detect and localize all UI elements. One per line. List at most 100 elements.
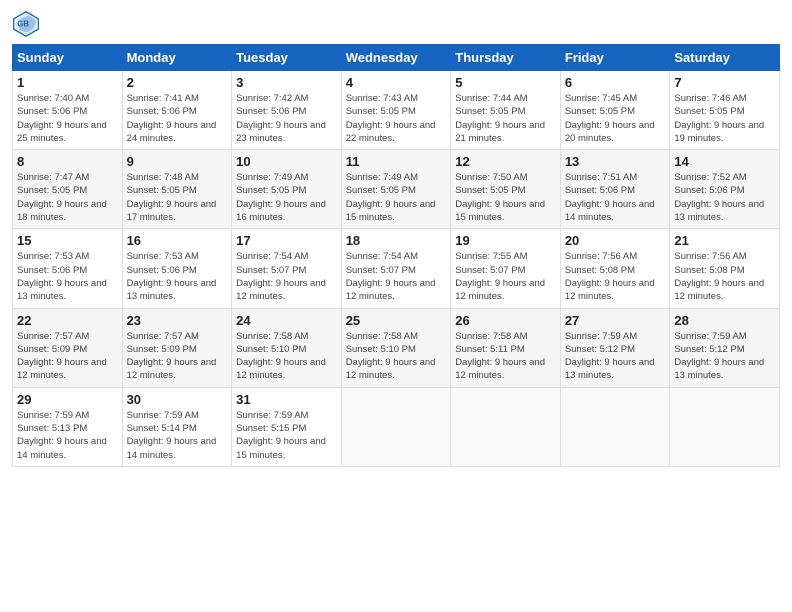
cell-info: Sunrise: 7:42 AMSunset: 5:06 PMDaylight:… bbox=[236, 93, 326, 144]
day-number: 7 bbox=[674, 75, 775, 90]
cell-info: Sunrise: 7:54 AMSunset: 5:07 PMDaylight:… bbox=[236, 251, 326, 302]
calendar-cell: 20Sunrise: 7:56 AMSunset: 5:08 PMDayligh… bbox=[560, 229, 670, 308]
calendar-cell bbox=[670, 387, 780, 466]
calendar-container: GB SundayMondayTuesdayWednesdayThursdayF… bbox=[0, 0, 792, 475]
day-number: 2 bbox=[127, 75, 228, 90]
cell-info: Sunrise: 7:58 AMSunset: 5:11 PMDaylight:… bbox=[455, 331, 545, 382]
day-number: 20 bbox=[565, 233, 666, 248]
week-row-1: 1 Sunrise: 7:40 AMSunset: 5:06 PMDaylight… bbox=[13, 71, 780, 150]
calendar-cell bbox=[341, 387, 451, 466]
calendar-cell: 31 Sunrise: 7:59 AMSunset: 5:15 PMDayligh… bbox=[232, 387, 342, 466]
weekday-header-sunday: Sunday bbox=[13, 45, 123, 71]
calendar-cell bbox=[451, 387, 561, 466]
logo-icon: GB bbox=[12, 10, 40, 38]
day-number: 27 bbox=[565, 313, 666, 328]
cell-info: Sunrise: 7:43 AMSunset: 5:05 PMDaylight:… bbox=[346, 93, 436, 144]
weekday-header-friday: Friday bbox=[560, 45, 670, 71]
day-number: 25 bbox=[346, 313, 447, 328]
cell-info: Sunrise: 7:44 AMSunset: 5:05 PMDaylight:… bbox=[455, 93, 545, 144]
weekday-header-row: SundayMondayTuesdayWednesdayThursdayFrid… bbox=[13, 45, 780, 71]
cell-info: Sunrise: 7:57 AMSunset: 5:09 PMDaylight:… bbox=[127, 331, 217, 382]
cell-info: Sunrise: 7:58 AMSunset: 5:10 PMDaylight:… bbox=[236, 331, 326, 382]
calendar-cell: 24 Sunrise: 7:58 AMSunset: 5:10 PMDayligh… bbox=[232, 308, 342, 387]
day-number: 5 bbox=[455, 75, 556, 90]
calendar-cell: 4 Sunrise: 7:43 AMSunset: 5:05 PMDaylight… bbox=[341, 71, 451, 150]
day-number: 3 bbox=[236, 75, 337, 90]
calendar-cell: 6 Sunrise: 7:45 AMSunset: 5:05 PMDaylight… bbox=[560, 71, 670, 150]
cell-info: Sunrise: 7:55 AMSunset: 5:07 PMDaylight:… bbox=[455, 251, 545, 302]
calendar-cell: 13Sunrise: 7:51 AMSunset: 5:06 PMDayligh… bbox=[560, 150, 670, 229]
weekday-header-wednesday: Wednesday bbox=[341, 45, 451, 71]
day-number: 23 bbox=[127, 313, 228, 328]
cell-info: Sunrise: 7:58 AMSunset: 5:10 PMDaylight:… bbox=[346, 331, 436, 382]
day-number: 10 bbox=[236, 154, 337, 169]
day-number: 15 bbox=[17, 233, 118, 248]
day-number: 14 bbox=[674, 154, 775, 169]
day-number: 31 bbox=[236, 392, 337, 407]
day-number: 28 bbox=[674, 313, 775, 328]
day-number: 21 bbox=[674, 233, 775, 248]
week-row-3: 15 Sunrise: 7:53 AMSunset: 5:06 PMDayligh… bbox=[13, 229, 780, 308]
cell-info: Sunrise: 7:51 AMSunset: 5:06 PMDaylight:… bbox=[565, 172, 655, 223]
day-number: 16 bbox=[127, 233, 228, 248]
day-number: 17 bbox=[236, 233, 337, 248]
logo: GB bbox=[12, 10, 44, 38]
cell-info: Sunrise: 7:52 AMSunset: 5:06 PMDaylight:… bbox=[674, 172, 764, 223]
day-number: 12 bbox=[455, 154, 556, 169]
day-number: 11 bbox=[346, 154, 447, 169]
calendar-cell: 1 Sunrise: 7:40 AMSunset: 5:06 PMDaylight… bbox=[13, 71, 123, 150]
calendar-cell: 8Sunrise: 7:47 AMSunset: 5:05 PMDaylight… bbox=[13, 150, 123, 229]
cell-info: Sunrise: 7:53 AMSunset: 5:06 PMDaylight:… bbox=[17, 251, 107, 302]
cell-info: Sunrise: 7:59 AMSunset: 5:15 PMDaylight:… bbox=[236, 410, 326, 461]
calendar-cell: 21 Sunrise: 7:56 AMSunset: 5:08 PMDayligh… bbox=[670, 229, 780, 308]
day-number: 6 bbox=[565, 75, 666, 90]
weekday-header-thursday: Thursday bbox=[451, 45, 561, 71]
weekday-header-saturday: Saturday bbox=[670, 45, 780, 71]
day-number: 18 bbox=[346, 233, 447, 248]
calendar-cell: 18Sunrise: 7:54 AMSunset: 5:07 PMDayligh… bbox=[341, 229, 451, 308]
calendar-cell: 9Sunrise: 7:48 AMSunset: 5:05 PMDaylight… bbox=[122, 150, 232, 229]
calendar-cell: 10 Sunrise: 7:49 AMSunset: 5:05 PMDayligh… bbox=[232, 150, 342, 229]
calendar-cell: 7 Sunrise: 7:46 AMSunset: 5:05 PMDaylight… bbox=[670, 71, 780, 150]
calendar-cell: 2Sunrise: 7:41 AMSunset: 5:06 PMDaylight… bbox=[122, 71, 232, 150]
day-number: 8 bbox=[17, 154, 118, 169]
calendar-cell: 29Sunrise: 7:59 AMSunset: 5:13 PMDayligh… bbox=[13, 387, 123, 466]
week-row-4: 22 Sunrise: 7:57 AMSunset: 5:09 PMDayligh… bbox=[13, 308, 780, 387]
calendar-cell: 26 Sunrise: 7:58 AMSunset: 5:11 PMDayligh… bbox=[451, 308, 561, 387]
day-number: 26 bbox=[455, 313, 556, 328]
cell-info: Sunrise: 7:40 AMSunset: 5:06 PMDaylight:… bbox=[17, 93, 107, 144]
cell-info: Sunrise: 7:56 AMSunset: 5:08 PMDaylight:… bbox=[674, 251, 764, 302]
cell-info: Sunrise: 7:45 AMSunset: 5:05 PMDaylight:… bbox=[565, 93, 655, 144]
cell-info: Sunrise: 7:59 AMSunset: 5:13 PMDaylight:… bbox=[17, 410, 107, 461]
day-number: 24 bbox=[236, 313, 337, 328]
calendar-cell: 17 Sunrise: 7:54 AMSunset: 5:07 PMDayligh… bbox=[232, 229, 342, 308]
calendar-cell: 19Sunrise: 7:55 AMSunset: 5:07 PMDayligh… bbox=[451, 229, 561, 308]
week-row-2: 8Sunrise: 7:47 AMSunset: 5:05 PMDaylight… bbox=[13, 150, 780, 229]
calendar-cell bbox=[560, 387, 670, 466]
svg-text:GB: GB bbox=[17, 20, 29, 29]
day-number: 22 bbox=[17, 313, 118, 328]
cell-info: Sunrise: 7:46 AMSunset: 5:05 PMDaylight:… bbox=[674, 93, 764, 144]
cell-info: Sunrise: 7:49 AMSunset: 5:05 PMDaylight:… bbox=[346, 172, 436, 223]
week-row-5: 29Sunrise: 7:59 AMSunset: 5:13 PMDayligh… bbox=[13, 387, 780, 466]
cell-info: Sunrise: 7:59 AMSunset: 5:12 PMDaylight:… bbox=[565, 331, 655, 382]
weekday-header-monday: Monday bbox=[122, 45, 232, 71]
calendar-cell: 14 Sunrise: 7:52 AMSunset: 5:06 PMDayligh… bbox=[670, 150, 780, 229]
cell-info: Sunrise: 7:49 AMSunset: 5:05 PMDaylight:… bbox=[236, 172, 326, 223]
day-number: 4 bbox=[346, 75, 447, 90]
header-row: GB bbox=[12, 10, 780, 38]
weekday-header-tuesday: Tuesday bbox=[232, 45, 342, 71]
calendar-table: SundayMondayTuesdayWednesdayThursdayFrid… bbox=[12, 44, 780, 467]
calendar-cell: 12Sunrise: 7:50 AMSunset: 5:05 PMDayligh… bbox=[451, 150, 561, 229]
cell-info: Sunrise: 7:59 AMSunset: 5:12 PMDaylight:… bbox=[674, 331, 764, 382]
calendar-cell: 27 Sunrise: 7:59 AMSunset: 5:12 PMDayligh… bbox=[560, 308, 670, 387]
calendar-cell: 3 Sunrise: 7:42 AMSunset: 5:06 PMDaylight… bbox=[232, 71, 342, 150]
calendar-cell: 11 Sunrise: 7:49 AMSunset: 5:05 PMDayligh… bbox=[341, 150, 451, 229]
calendar-cell: 25 Sunrise: 7:58 AMSunset: 5:10 PMDayligh… bbox=[341, 308, 451, 387]
calendar-cell: 30Sunrise: 7:59 AMSunset: 5:14 PMDayligh… bbox=[122, 387, 232, 466]
day-number: 1 bbox=[17, 75, 118, 90]
calendar-cell: 28 Sunrise: 7:59 AMSunset: 5:12 PMDayligh… bbox=[670, 308, 780, 387]
cell-info: Sunrise: 7:59 AMSunset: 5:14 PMDaylight:… bbox=[127, 410, 217, 461]
cell-info: Sunrise: 7:48 AMSunset: 5:05 PMDaylight:… bbox=[127, 172, 217, 223]
calendar-cell: 5 Sunrise: 7:44 AMSunset: 5:05 PMDaylight… bbox=[451, 71, 561, 150]
